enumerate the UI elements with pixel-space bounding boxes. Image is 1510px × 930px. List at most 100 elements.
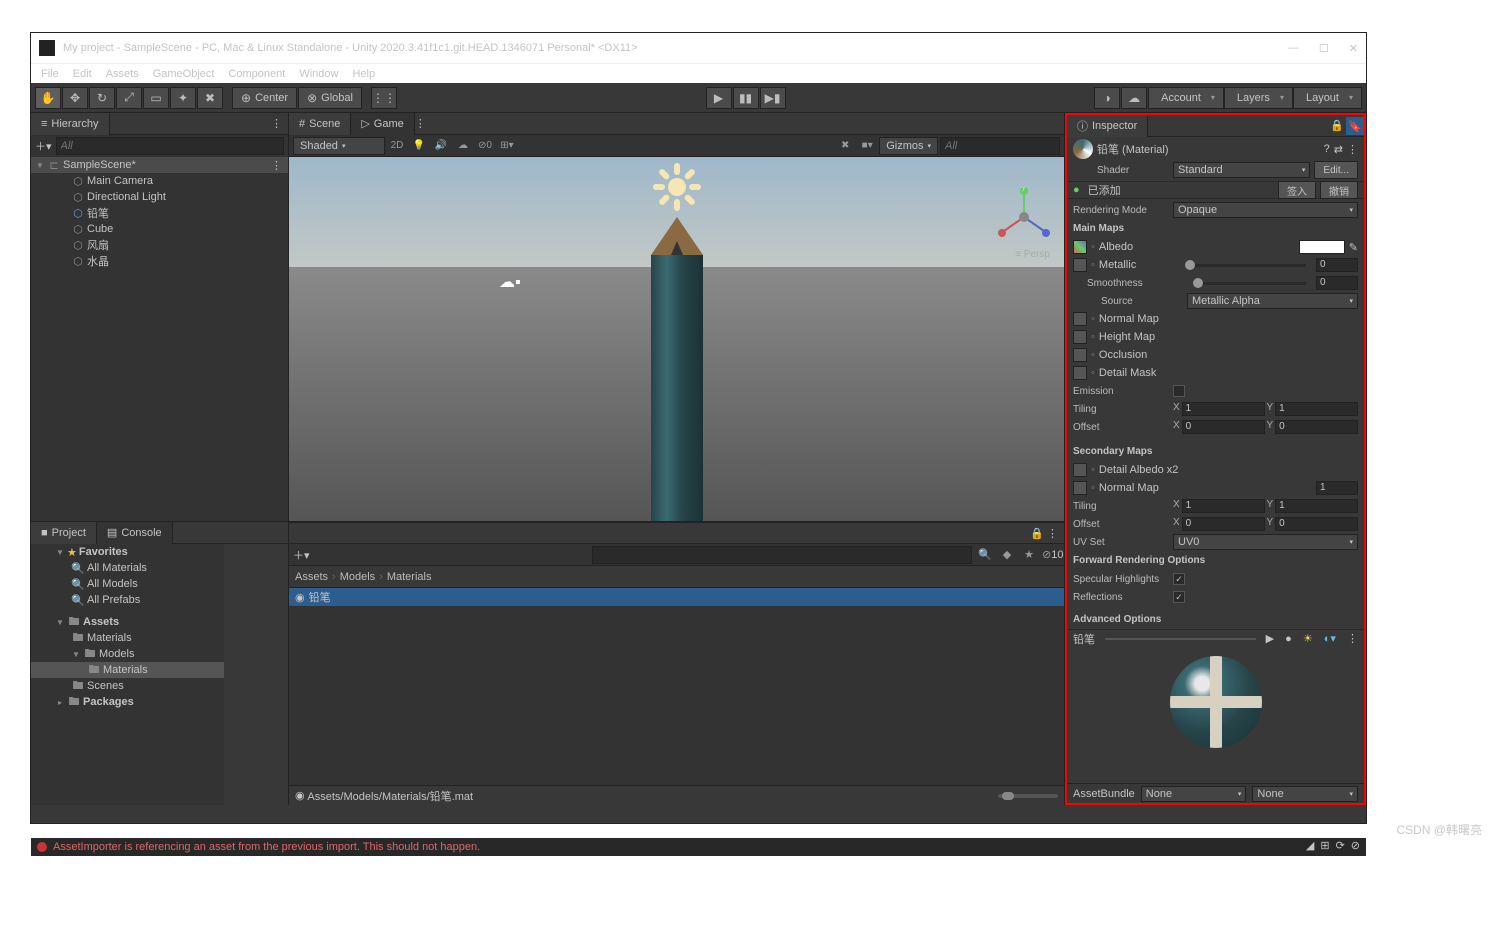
console-tab[interactable]: ▤ Console [97, 522, 173, 544]
metallic-texture[interactable] [1073, 258, 1087, 272]
rotate-tool[interactable]: ↻ [89, 87, 115, 109]
scene-viewport[interactable]: ☁▪ y ≡ Persp [289, 157, 1064, 521]
hierarchy-item[interactable]: ⬡Directional Light [31, 189, 288, 205]
hierarchy-menu-icon[interactable]: ⋮ [265, 117, 288, 130]
hierarchy-item-selected[interactable]: ⬡铅笔 [31, 205, 288, 221]
packages-header[interactable]: ▸🖿Packages [31, 694, 224, 710]
layers-dropdown[interactable]: Layers [1224, 87, 1293, 109]
rect-tool[interactable]: ▭ [143, 87, 169, 109]
crumb[interactable]: Materials [387, 571, 432, 583]
normal-texture[interactable] [1073, 312, 1087, 326]
light-toggle[interactable]: 💡 [409, 137, 429, 155]
scene-menu-icon[interactable]: ⋮ [415, 117, 426, 130]
folder-item[interactable]: ▼🖿Models [31, 646, 224, 662]
menu-help[interactable]: Help [352, 68, 375, 80]
height-texture[interactable] [1073, 330, 1087, 344]
assets-header[interactable]: ▼🖿Assets [31, 614, 224, 630]
transform-tool[interactable]: ✦ [170, 87, 196, 109]
revert-button[interactable]: 撤销 [1320, 181, 1358, 199]
hierarchy-search[interactable] [56, 137, 284, 155]
minimize-button[interactable]: — [1288, 42, 1299, 55]
account-dropdown[interactable]: Account [1148, 87, 1224, 109]
smooth-slider[interactable] [1193, 282, 1306, 285]
menu-icon[interactable]: ⋮ [1347, 143, 1358, 156]
menu-window[interactable]: Window [299, 68, 338, 80]
add-button[interactable]: ＋▾ [35, 138, 52, 154]
tiling2-y[interactable]: 1 [1275, 499, 1358, 513]
menu-gameobject[interactable]: GameObject [153, 68, 215, 80]
inspector-tab[interactable]: ⓘ Inspector [1067, 115, 1148, 137]
tiling-x[interactable]: 1 [1182, 402, 1265, 416]
hierarchy-item[interactable]: ⬡水晶 [31, 253, 288, 269]
offset-x[interactable]: 0 [1182, 420, 1265, 434]
eyedropper-icon[interactable]: ✎ [1349, 241, 1358, 254]
lock-icon[interactable]: 🔒 [1030, 527, 1044, 540]
normal2-texture[interactable] [1073, 481, 1087, 495]
fx-toggle[interactable]: ☁ [453, 137, 473, 155]
scene-search[interactable] [940, 137, 1060, 155]
source-dropdown[interactable]: Metallic Alpha [1187, 293, 1358, 309]
pivot-global[interactable]: ⊗Global [298, 87, 362, 109]
move-tool[interactable]: ✥ [62, 87, 88, 109]
albedo-color[interactable] [1299, 240, 1345, 254]
layout-dropdown[interactable]: Layout [1293, 87, 1362, 109]
spec-checkbox[interactable]: ✓ [1173, 573, 1185, 585]
uvset-dropdown[interactable]: UV0 [1173, 534, 1358, 550]
tag-icon[interactable]: 🔖 [1346, 117, 1364, 135]
normal2-value[interactable]: 1 [1316, 481, 1358, 495]
emission-checkbox[interactable] [1173, 385, 1185, 397]
project-search[interactable] [592, 546, 972, 564]
menu-assets[interactable]: Assets [106, 68, 139, 80]
gizmos-dropdown[interactable]: Gizmos [879, 137, 938, 155]
cloud-button[interactable]: ☁ [1121, 87, 1147, 109]
add-asset-button[interactable]: ＋▾ [293, 547, 310, 563]
hidden-icon[interactable]: ⊘10 [1042, 548, 1060, 561]
offset2-x[interactable]: 0 [1182, 517, 1265, 531]
fav-header[interactable]: ▼★Favorites [31, 544, 224, 560]
detail-albedo-texture[interactable] [1073, 463, 1087, 477]
persp-label[interactable]: ≡ Persp [1015, 249, 1050, 260]
fav-item[interactable]: 🔍All Models [31, 576, 224, 592]
assetbundle-dropdown[interactable]: None [1141, 786, 1247, 802]
play-button[interactable]: ▶ [706, 87, 732, 109]
scale-tool[interactable]: ⤢ [116, 87, 142, 109]
material-preview[interactable] [1067, 647, 1364, 757]
preview-wire-icon[interactable]: ◐▾ [1324, 632, 1336, 645]
pause-button[interactable]: ▮▮ [733, 87, 759, 109]
checkin-button[interactable]: 签入 [1278, 181, 1316, 199]
scene-tab[interactable]: # Scene [289, 113, 351, 135]
scene-row[interactable]: ▼⊏SampleScene*⋮ [31, 157, 288, 173]
maximize-button[interactable]: ☐ [1319, 42, 1329, 55]
shader-dropdown[interactable]: Standard [1173, 162, 1310, 178]
hidden-toggle[interactable]: ⊘0 [475, 137, 495, 155]
smooth-value[interactable]: 0 [1316, 276, 1358, 290]
custom-tool[interactable]: ✖ [197, 87, 223, 109]
panel-menu-icon[interactable]: ⋮ [1047, 527, 1058, 540]
2d-toggle[interactable]: 2D [387, 137, 407, 155]
metallic-slider[interactable] [1185, 264, 1306, 267]
hand-tool[interactable]: ✋ [35, 87, 61, 109]
refl-checkbox[interactable]: ✓ [1173, 591, 1185, 603]
preview-sphere-icon[interactable]: ● [1285, 633, 1292, 645]
folder-item[interactable]: 🖿Scenes [31, 678, 224, 694]
folder-item[interactable]: 🖿Materials [31, 630, 224, 646]
orientation-gizmo[interactable]: y [994, 187, 1054, 247]
edit-button[interactable]: Edit... [1314, 161, 1358, 179]
menu-file[interactable]: File [41, 68, 59, 80]
detailmask-texture[interactable] [1073, 366, 1087, 380]
hierarchy-item[interactable]: ⬡Main Camera [31, 173, 288, 189]
pivot-center[interactable]: ⊕Center [232, 87, 297, 109]
offset2-y[interactable]: 0 [1275, 517, 1358, 531]
error-message[interactable]: AssetImporter is referencing an asset fr… [53, 841, 480, 853]
star-icon[interactable]: ★ [1020, 548, 1038, 561]
crumb[interactable]: Assets [295, 571, 328, 583]
tiling-y[interactable]: 1 [1275, 402, 1358, 416]
fav-item[interactable]: 🔍All Prefabs [31, 592, 224, 608]
snap-button[interactable]: ⋮⋮ [371, 87, 397, 109]
project-tab[interactable]: ■ Project [31, 522, 97, 544]
preview-play-icon[interactable]: ▶ [1266, 632, 1274, 645]
menu-component[interactable]: Component [228, 68, 285, 80]
hierarchy-item[interactable]: ⬡Cube [31, 221, 288, 237]
preset-icon[interactable]: ⇄ [1334, 143, 1343, 156]
tiling2-x[interactable]: 1 [1182, 499, 1265, 513]
